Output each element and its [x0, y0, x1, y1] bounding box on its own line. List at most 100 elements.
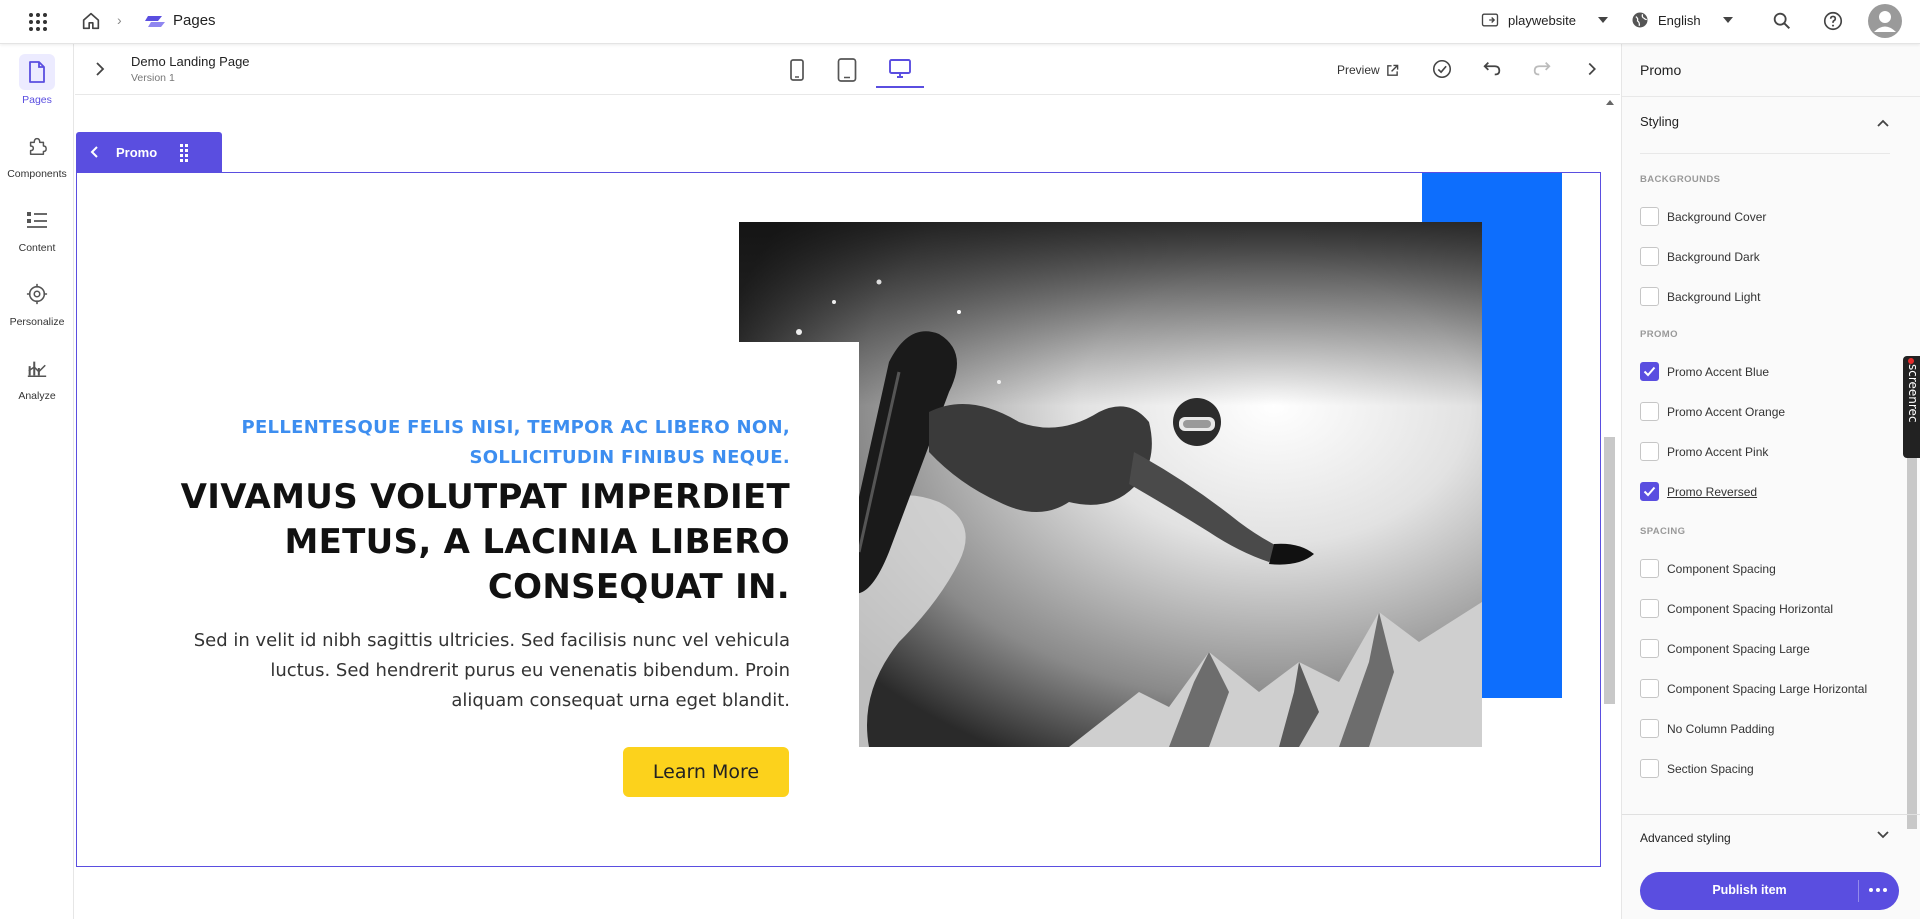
option-label: Background Dark	[1667, 249, 1760, 264]
preview-button[interactable]: Preview	[1337, 63, 1399, 77]
undo-icon[interactable]	[1481, 58, 1505, 82]
rail-item-pages[interactable]: Pages	[0, 54, 74, 106]
option-promo-accent-pink[interactable]: Promo Accent Pink	[1640, 442, 1768, 461]
redo-icon[interactable]	[1531, 58, 1555, 82]
option-label: No Column Padding	[1667, 721, 1775, 736]
target-icon	[19, 276, 55, 312]
headline-line: VIVAMUS VOLUTPAT IMPERDIET	[180, 477, 790, 517]
external-link-icon	[1386, 64, 1398, 76]
back-chevron-icon[interactable]	[90, 145, 100, 162]
properties-panel: Promo Styling BACKGROUNDS Background Cov…	[1621, 44, 1920, 919]
user-avatar-icon[interactable]	[1867, 3, 1903, 39]
checkbox[interactable]	[1640, 559, 1659, 578]
rail-item-label: Personalize	[9, 316, 65, 328]
option-promo-accent-orange[interactable]: Promo Accent Orange	[1640, 402, 1785, 421]
chevron-down-icon[interactable]	[1876, 829, 1890, 843]
check-circle-icon[interactable]	[1431, 58, 1455, 82]
more-options-icon[interactable]	[1869, 882, 1887, 892]
publish-item-button[interactable]: Publish item	[1640, 872, 1899, 910]
option-label: Component Spacing	[1667, 561, 1776, 576]
content-list-icon	[19, 202, 55, 238]
chevron-up-icon[interactable]	[1876, 116, 1890, 131]
publish-label: Publish item	[1712, 883, 1787, 897]
checkbox[interactable]	[1640, 759, 1659, 778]
puzzle-icon	[19, 128, 55, 164]
rail-item-label: Analyze	[18, 390, 56, 402]
checkbox[interactable]	[1640, 679, 1659, 698]
option-label: Background Light	[1667, 289, 1761, 304]
breadcrumb-pages[interactable]: Pages	[173, 12, 216, 29]
pages-logo-icon	[144, 12, 166, 30]
divider	[1622, 96, 1920, 97]
option-label: Background Cover	[1667, 209, 1767, 224]
option-label: Component Spacing Large Horizontal	[1667, 681, 1868, 696]
canvas-scrollbar[interactable]	[1604, 437, 1615, 704]
section-label-promo: PROMO	[1640, 329, 1678, 340]
app-grid-icon[interactable]	[26, 10, 50, 34]
promo-headline: VIVAMUS VOLUTPAT IMPERDIET METUS, A LACI…	[150, 475, 790, 610]
option-background-light[interactable]: Background Light	[1640, 287, 1760, 306]
rail-item-content[interactable]: Content	[0, 202, 74, 254]
scroll-up-arrow[interactable]	[1606, 100, 1614, 105]
globe-icon	[1632, 12, 1648, 28]
screenrec-label: screenrec	[1906, 364, 1920, 423]
option-promo-accent-blue[interactable]: Promo Accent Blue	[1640, 362, 1769, 381]
component-tag-promo[interactable]: Promo	[76, 132, 222, 173]
site-icon	[1481, 13, 1499, 27]
help-icon[interactable]	[1822, 10, 1846, 34]
option-label: Section Spacing	[1667, 761, 1754, 776]
chevron-right-icon: ›	[117, 12, 122, 28]
caret-down-icon	[1722, 17, 1733, 23]
drag-handle-icon[interactable]	[180, 144, 188, 162]
rail-item-components[interactable]: Components	[0, 128, 74, 180]
option-promo-reversed[interactable]: Promo Reversed	[1640, 482, 1757, 501]
search-icon[interactable]	[1771, 10, 1795, 34]
desktop-device-icon	[889, 59, 911, 78]
option-background-dark[interactable]: Background Dark	[1640, 247, 1760, 266]
checkbox[interactable]	[1640, 442, 1659, 461]
screenrec-badge[interactable]: screenrec	[1903, 356, 1920, 458]
checkbox[interactable]	[1640, 599, 1659, 618]
checkbox[interactable]	[1640, 639, 1659, 658]
mobile-device-button[interactable]	[780, 52, 814, 88]
site-selector[interactable]: playwebsite	[1480, 10, 1608, 30]
option-component-spacing-horizontal[interactable]: Component Spacing Horizontal	[1640, 599, 1833, 618]
checkbox[interactable]	[1640, 402, 1659, 421]
expand-chevron-icon[interactable]	[93, 60, 107, 81]
caret-down-icon	[1597, 17, 1608, 23]
body-line: luctus. Sed hendrerit purus eu venenatis…	[270, 660, 790, 681]
learn-more-button[interactable]: Learn More	[623, 747, 789, 797]
option-no-column-padding[interactable]: No Column Padding	[1640, 719, 1774, 738]
chevron-right-icon[interactable]	[1581, 58, 1605, 82]
checkmark-icon	[1643, 486, 1656, 497]
advanced-styling-header[interactable]: Advanced styling	[1640, 831, 1890, 845]
advanced-styling-label: Advanced styling	[1640, 831, 1731, 845]
language-selector[interactable]: English	[1630, 10, 1733, 30]
option-background-cover[interactable]: Background Cover	[1640, 207, 1766, 226]
checkbox[interactable]	[1640, 287, 1659, 306]
rail-item-analyze[interactable]: Analyze	[0, 350, 74, 402]
checkbox[interactable]	[1640, 207, 1659, 226]
checkbox-checked[interactable]	[1640, 482, 1659, 501]
option-label: Promo Accent Orange	[1667, 404, 1786, 419]
eyebrow-line: PELLENTESQUE FELIS NISI, TEMPOR AC LIBER…	[241, 417, 790, 438]
option-section-spacing[interactable]: Section Spacing	[1640, 759, 1754, 778]
desktop-device-button[interactable]	[876, 52, 924, 88]
option-component-spacing-large[interactable]: Component Spacing Large	[1640, 639, 1810, 658]
option-component-spacing[interactable]: Component Spacing	[1640, 559, 1776, 578]
rail-item-personalize[interactable]: Personalize	[0, 276, 74, 328]
checkbox[interactable]	[1640, 247, 1659, 266]
checkbox[interactable]	[1640, 719, 1659, 738]
tablet-device-button[interactable]	[830, 52, 864, 88]
checkbox-checked[interactable]	[1640, 362, 1659, 381]
styling-section-header[interactable]: Styling	[1640, 114, 1890, 154]
eyebrow-line: SOLLICITUDIN FINIBUS NEQUE.	[469, 447, 790, 468]
rail-item-label: Content	[18, 242, 56, 254]
section-label-backgrounds: BACKGROUNDS	[1640, 174, 1721, 185]
home-icon[interactable]	[80, 10, 102, 32]
left-navigation-rail: Pages Components Content Personalize Ana…	[0, 44, 74, 919]
promo-eyebrow: PELLENTESQUE FELIS NISI, TEMPOR AC LIBER…	[150, 413, 790, 473]
option-component-spacing-large-horizontal[interactable]: Component Spacing Large Horizontal	[1640, 679, 1867, 698]
site-selector-label: playwebsite	[1508, 12, 1576, 28]
divider	[1622, 814, 1920, 815]
